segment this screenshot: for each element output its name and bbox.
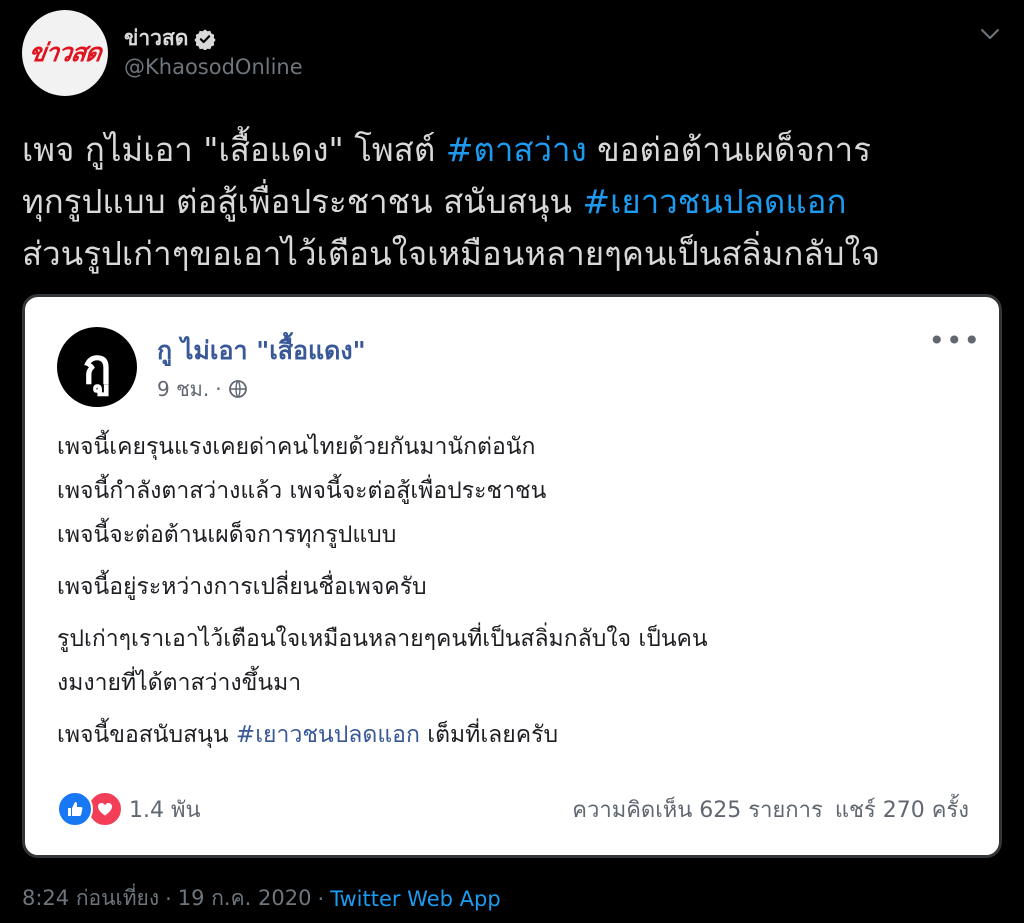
text-line: งมงายที่ได้ตาสว่างขึ้นมา bbox=[57, 661, 977, 705]
avatar[interactable]: ข่าวสด bbox=[22, 10, 108, 96]
fb-page-avatar[interactable]: กู bbox=[57, 327, 137, 407]
text-line: เพจนี้อยู่ระหว่างการเปลี่ยนชื่อเพจครับ bbox=[57, 565, 977, 609]
hashtag-link[interactable]: #เยาวชนปลดแอก bbox=[582, 182, 846, 221]
fb-meta-separator: · bbox=[215, 377, 222, 401]
text-line: รูปเก่าๆเราเอาไว้เตือนใจเหมือนหลายๆคนที่… bbox=[57, 617, 977, 661]
avatar-logo: ข่าวสด bbox=[27, 38, 103, 67]
fb-post-meta: 9 ชม. · bbox=[157, 373, 248, 405]
text-line: เพจนี้จะต่อต้านเผด็จการทุกรูปแบบ bbox=[57, 513, 977, 557]
text-segment: ส่วนรูปเก่าๆขอเอาไว้เตือนใจเหมือนหลายๆคน… bbox=[22, 234, 880, 273]
reactions-summary[interactable]: 1.4 พัน bbox=[57, 791, 201, 827]
text-segment: รูปเก่าๆเราเอาไว้เตือนใจเหมือนหลายๆคนที่… bbox=[57, 626, 708, 652]
text-line: เพจ กูไม่เอา "เสื้อแดง" โพสต์ #ตาสว่าง ข… bbox=[22, 124, 1012, 176]
fb-page-name[interactable]: กู ไม่เอา "เสื้อแดง" bbox=[157, 331, 366, 371]
fb-avatar-glyph: กู bbox=[82, 339, 112, 395]
text-segment: เต็มที่เลยครับ bbox=[419, 722, 559, 748]
text-segment: เพจนี้จะต่อต้านเผด็จการทุกรูปแบบ bbox=[57, 522, 397, 548]
text-line: เพจนี้เคยรุนแรงเคยด่าคนไทยด้วยกันมานักต่… bbox=[57, 425, 977, 469]
display-name[interactable]: ข่าวสด bbox=[124, 22, 188, 55]
fb-more-options-icon[interactable]: ••• bbox=[928, 327, 981, 355]
text-segment: เพจ กูไม่เอา "เสื้อแดง" โพสต์ bbox=[22, 130, 446, 169]
globe-icon bbox=[228, 380, 247, 398]
tweet: ข่าวสด ข่าวสด @KhaosodOnline เพจ กูไม่เอ… bbox=[0, 0, 1024, 923]
chevron-down-icon[interactable] bbox=[978, 22, 1002, 46]
fb-time-ago[interactable]: 9 ชม. bbox=[157, 373, 209, 405]
tweet-timestamp-row: 8:24 ก่อนเที่ยง · 19 ก.ค. 2020 · Twitter… bbox=[22, 882, 501, 915]
fb-paragraph: เพจนี้ขอสนับสนุน #เยาวชนปลดแอก เต็มที่เล… bbox=[57, 713, 977, 757]
fb-paragraph: เพจนี้เคยรุนแรงเคยด่าคนไทยด้วยกันมานักต่… bbox=[57, 425, 977, 557]
text-segment: เพจนี้อยู่ระหว่างการเปลี่ยนชื่อเพจครับ bbox=[57, 574, 427, 600]
handle[interactable]: @KhaosodOnline bbox=[124, 55, 303, 79]
verified-badge-icon bbox=[194, 28, 217, 50]
text-line: เพจนี้ขอสนับสนุน #เยาวชนปลดแอก เต็มที่เล… bbox=[57, 713, 977, 757]
author-name-row: ข่าวสด bbox=[124, 22, 217, 55]
text-line: เพจนี้กำลังตาสว่างแล้ว เพจนี้จะต่อสู้เพื… bbox=[57, 469, 977, 513]
fb-post-body: เพจนี้เคยรุนแรงเคยด่าคนไทยด้วยกันมานักต่… bbox=[57, 425, 977, 757]
source-app-link[interactable]: Twitter Web App bbox=[330, 887, 501, 911]
text-segment: เพจนี้เคยรุนแรงเคยด่าคนไทยด้วยกันมานักต่… bbox=[57, 434, 536, 460]
tweet-time[interactable]: 8:24 ก่อนเที่ยง bbox=[22, 882, 159, 915]
fb-post-footer: 1.4 พัน ความคิดเห็น 625 รายการ แชร์ 270 … bbox=[57, 789, 969, 829]
text-segment: ทุกรูปแบบ ต่อสู้เพื่อประชาชน สนับสนุน bbox=[22, 182, 583, 221]
timestamp-separator: · bbox=[165, 886, 172, 911]
text-segment: เพจนี้กำลังตาสว่างแล้ว เพจนี้จะต่อสู้เพื… bbox=[57, 478, 547, 504]
text-segment: เพจนี้ขอสนับสนุน bbox=[57, 722, 236, 748]
reactions-count: 1.4 พัน bbox=[129, 797, 201, 823]
hashtag-link[interactable]: #ตาสว่าง bbox=[446, 130, 587, 169]
like-reaction-icon bbox=[57, 791, 93, 827]
shares-count[interactable]: แชร์ 270 ครั้ง bbox=[835, 792, 969, 827]
tweet-date[interactable]: 19 ก.ค. 2020 bbox=[178, 882, 312, 915]
tweet-text: เพจ กูไม่เอา "เสื้อแดง" โพสต์ #ตาสว่าง ข… bbox=[22, 124, 1012, 280]
hashtag-link[interactable]: #เยาวชนปลดแอก bbox=[236, 722, 420, 748]
timestamp-separator: · bbox=[317, 886, 325, 911]
text-line: ส่วนรูปเก่าๆขอเอาไว้เตือนใจเหมือนหลายๆคน… bbox=[22, 228, 1012, 280]
fb-paragraph: รูปเก่าๆเราเอาไว้เตือนใจเหมือนหลายๆคนที่… bbox=[57, 617, 977, 705]
facebook-post-card[interactable]: กู กู ไม่เอา "เสื้อแดง" 9 ชม. · ••• เพจน… bbox=[22, 294, 1002, 858]
reaction-icons bbox=[57, 791, 123, 827]
text-segment: งมงายที่ได้ตาสว่างขึ้นมา bbox=[57, 670, 302, 696]
text-segment: ขอต่อต้านเผด็จการ bbox=[586, 130, 871, 169]
fb-paragraph: เพจนี้อยู่ระหว่างการเปลี่ยนชื่อเพจครับ bbox=[57, 565, 977, 609]
text-line: ทุกรูปแบบ ต่อสู้เพื่อประชาชน สนับสนุน #เ… bbox=[22, 176, 1012, 228]
comments-count[interactable]: ความคิดเห็น 625 รายการ bbox=[572, 792, 823, 827]
engagement-stats: ความคิดเห็น 625 รายการ แชร์ 270 ครั้ง bbox=[572, 792, 969, 827]
